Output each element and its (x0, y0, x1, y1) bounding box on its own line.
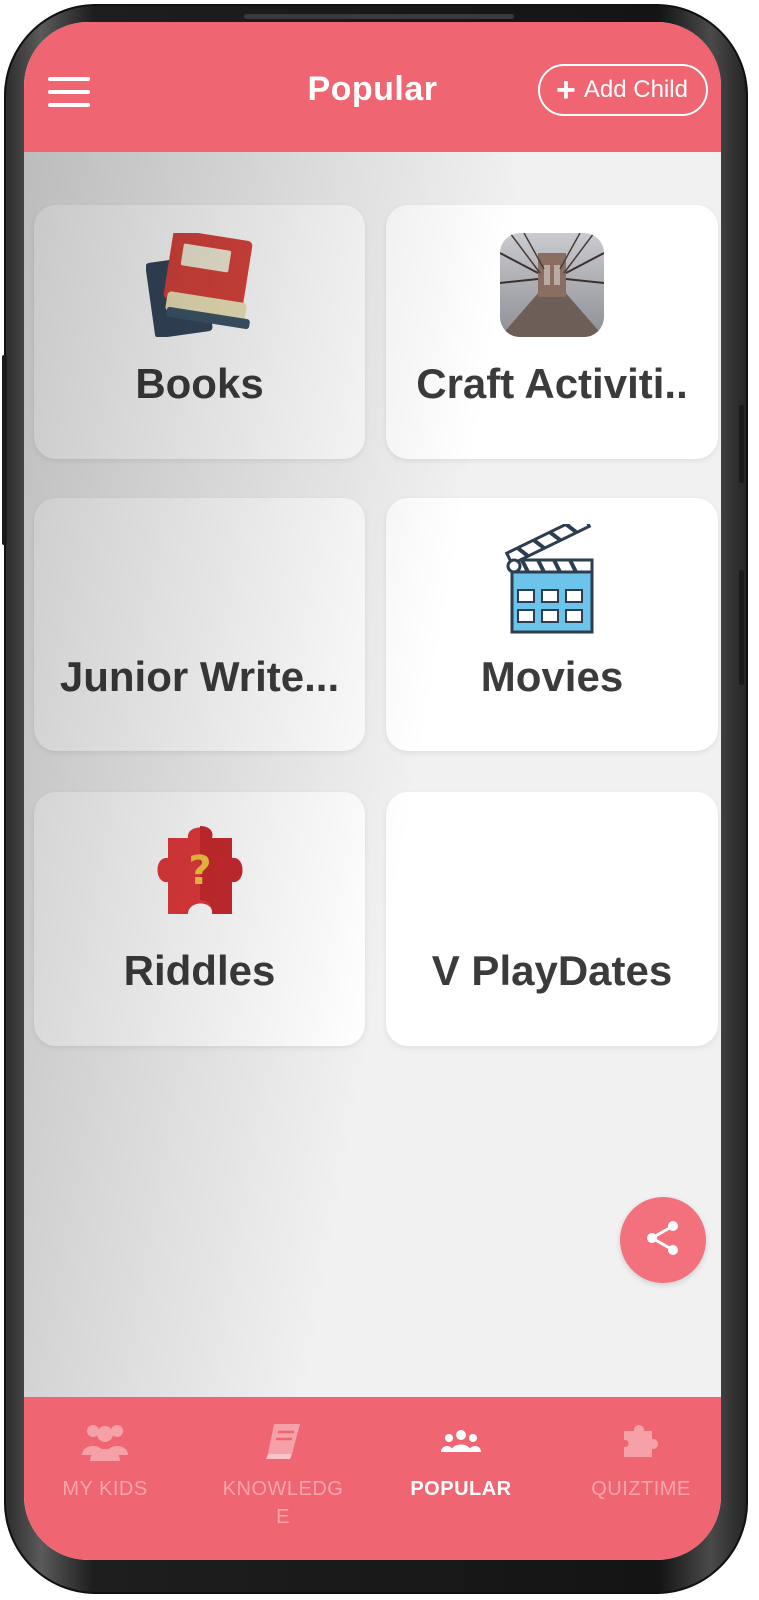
power-button (739, 405, 744, 483)
share-icon (643, 1218, 683, 1263)
app-header: Popular + Add Child (24, 22, 721, 152)
svg-text:?: ? (188, 848, 211, 894)
card-v-playdates[interactable]: V PlayDates (386, 792, 718, 1046)
books-icon (145, 229, 254, 339)
nav-label: QUIZTIME (591, 1478, 691, 1500)
add-child-button[interactable]: + Add Child (538, 64, 708, 116)
nav-knowledge[interactable]: KNOWLEDGE (196, 1397, 370, 1537)
puzzle-question-icon: ? (148, 824, 252, 920)
nav-label: MY KIDS (62, 1478, 148, 1500)
share-button[interactable] (620, 1197, 706, 1283)
card-label: Craft Activiti.. (416, 360, 688, 407)
side-button (739, 570, 744, 685)
plus-icon: + (556, 71, 576, 109)
bottom-navigation: MY KIDS KNOWLEDGE POPULAR QUIZTIME (24, 1397, 721, 1560)
group-icon (82, 1419, 128, 1463)
clapperboard-icon (504, 513, 600, 636)
app-screen: Popular + Add Child Books Craft Activiti… (24, 22, 721, 1560)
card-label: Riddles (123, 947, 276, 994)
card-label: Books (135, 360, 264, 407)
nav-label: POPULAR (410, 1478, 512, 1500)
puzzle-icon (622, 1419, 660, 1463)
nav-label: KNOWLEDGE (222, 1478, 344, 1528)
card-movies[interactable]: Movies (386, 498, 718, 751)
card-label: Junior Write... (59, 653, 340, 700)
card-books[interactable]: Books (34, 205, 365, 459)
card-label: Movies (480, 653, 624, 700)
card-label: V PlayDates (431, 947, 673, 994)
nav-my-kids[interactable]: MY KIDS (24, 1397, 192, 1537)
people-icon (441, 1419, 481, 1463)
earpiece-speaker (244, 14, 514, 19)
book-icon (264, 1419, 302, 1463)
card-junior-writers[interactable]: Junior Write... (34, 498, 365, 751)
bridge-photo-icon (500, 233, 604, 337)
add-child-label: Add Child (583, 76, 688, 103)
nav-popular[interactable]: POPULAR (374, 1397, 548, 1537)
nav-quiztime[interactable]: QUIZTIME (554, 1397, 721, 1537)
volume-button (2, 355, 7, 545)
card-riddles[interactable]: ? Riddles (34, 792, 365, 1046)
card-craft-activities[interactable]: Craft Activiti.. (386, 205, 718, 459)
